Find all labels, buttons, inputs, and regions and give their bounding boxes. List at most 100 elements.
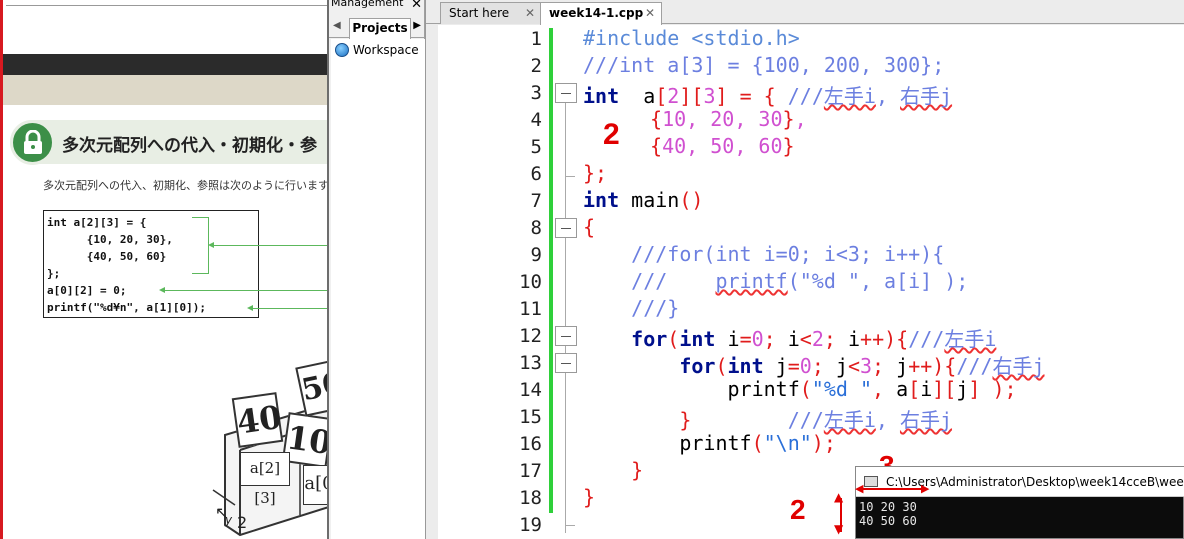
book-code-line: printf("%d¥n", a[1][0]);: [47, 301, 206, 314]
console-title-bar[interactable]: C:\Users\Administrator\Desktop\week14cce…: [856, 467, 1184, 497]
code-area[interactable]: 1 2 3 4 5 6 7 8 9 10 11 12 13 14 15 16 1…: [438, 25, 1184, 539]
code-line[interactable]: };: [583, 161, 607, 185]
code-line[interactable]: #include <stdio.h>: [583, 26, 800, 50]
code-line[interactable]: {: [583, 215, 595, 239]
tab-label: Start here: [449, 6, 510, 20]
fold-toggle-icon[interactable]: [555, 326, 577, 346]
line-number: 18: [519, 487, 542, 509]
code-token: ///: [583, 269, 716, 293]
code-token: ,: [875, 84, 901, 108]
project-tree: Workspace: [331, 39, 425, 539]
workspace-item[interactable]: Workspace: [335, 43, 419, 57]
line-number: 2: [530, 55, 542, 77]
code-token: (: [667, 327, 680, 351]
scroll-left-icon[interactable]: ◀: [333, 20, 341, 31]
init-bracket: [192, 217, 209, 274]
code-token: i: [920, 377, 933, 401]
fold-toggle-icon[interactable]: [555, 353, 577, 373]
code-line[interactable]: ///for(int i=0; i<3; i++){: [583, 242, 944, 266]
tab-start-here[interactable]: Start here ✕: [440, 2, 542, 24]
tab-week14-1-cpp[interactable]: week14-1.cpp ✕: [540, 2, 662, 25]
line-number: 5: [530, 136, 542, 158]
book-dark-band: [3, 54, 327, 75]
code-line[interactable]: /// printf("%d ", a[i] );: [583, 269, 968, 293]
code-line[interactable]: for(int j=0; j<3; j++){///右手j: [583, 350, 1044, 379]
book-code-line: int a[2][3] = {: [47, 216, 147, 229]
code-token: {: [650, 134, 663, 158]
cols-arrow: [861, 488, 927, 490]
arrow-down-icon: ▼: [834, 522, 844, 536]
code-token: );: [992, 377, 1017, 401]
console-window[interactable]: C:\Users\Administrator\Desktop\week14cce…: [855, 466, 1184, 539]
code-token: ///int a[3] = {100, 200, 300};: [583, 53, 945, 77]
code-token: }: [782, 134, 795, 158]
code-line[interactable]: for(int i=0; i<2; i++){///左手i: [583, 323, 996, 352]
code-token: ///: [908, 327, 945, 351]
code-token: ][: [679, 84, 704, 108]
tab-projects[interactable]: Projects: [349, 18, 411, 39]
code-line[interactable]: printf("%d ", a[i][j] );: [583, 377, 1017, 401]
code-editor: Start here ✕ week14-1.cpp ✕ 1 2 3 4 5 6 …: [425, 0, 1184, 539]
scroll-right-icon[interactable]: ▶: [413, 20, 421, 31]
management-tabs: ◀ Projects ▶: [329, 17, 425, 39]
close-icon[interactable]: ✕: [645, 3, 655, 23]
line-number: 12: [519, 325, 542, 347]
array-box-label: a[0: [303, 465, 327, 505]
code-token: 左手i: [823, 408, 876, 432]
code-token: ///for(int i=0; i<3; i++){: [583, 242, 945, 266]
close-icon[interactable]: ✕: [525, 3, 535, 23]
code-line[interactable]: printf("\n");: [583, 431, 836, 455]
code-line[interactable]: } ///左手i, 右手j: [583, 404, 952, 433]
close-icon[interactable]: ✕: [411, 0, 422, 12]
code-token: ;: [872, 354, 885, 378]
code-line[interactable]: {10, 20, 30},: [638, 107, 807, 131]
code-token: 10, 20, 30: [662, 107, 783, 131]
code-token: int: [679, 327, 716, 351]
fold-toggle-icon[interactable]: [555, 218, 577, 238]
management-panel: Management ✕ ◀ Projects ▶ Workspace: [327, 0, 425, 539]
code-line[interactable]: ///int a[3] = {100, 200, 300};: [583, 53, 944, 77]
console-output: 10 20 30 40 50 60: [859, 500, 917, 528]
code-line[interactable]: {40, 50, 60}: [638, 134, 795, 158]
code-token: i: [715, 327, 740, 351]
array-illustration: 40 10 50 a[2][3] a[0 ↖ y 2: [195, 355, 327, 539]
code-token: [: [908, 377, 921, 401]
value-card: 40: [231, 392, 284, 448]
code-token: 0: [751, 327, 764, 351]
line-number: 4: [530, 109, 542, 131]
section-description: 多次元配列への代入、初期化、参照は次のように行います: [43, 179, 327, 192]
section-heading: 多次元配列への代入・初期化・参: [62, 136, 317, 156]
code-token: ///: [787, 408, 824, 432]
code-token: main: [619, 188, 680, 212]
console-output-line: 10 20 30: [859, 500, 917, 514]
code-token: printf: [583, 431, 752, 455]
code-token: ;: [823, 327, 836, 351]
code-token: ;: [763, 327, 776, 351]
code-token: ,: [875, 408, 900, 432]
line-number: 16: [519, 433, 542, 455]
code-token: };: [583, 161, 608, 185]
console-title: C:\Users\Administrator\Desktop\week14cce…: [886, 475, 1184, 489]
code-line[interactable]: int main(): [583, 188, 703, 212]
line-number: 14: [519, 379, 542, 401]
code-line[interactable]: }: [583, 458, 643, 482]
code-token: }: [583, 485, 596, 509]
code-token: 40, 50, 60: [662, 134, 783, 158]
code-token: (): [679, 188, 704, 212]
code-token: ("%d ", a[i] );: [787, 269, 969, 293]
code-line[interactable]: [583, 512, 595, 536]
management-title: Management: [331, 0, 404, 9]
rows-annotation-console: 2: [790, 494, 806, 525]
code-line[interactable]: }: [583, 485, 595, 509]
axis-number: 2: [237, 513, 248, 532]
code-line[interactable]: ///}: [583, 296, 679, 320]
code-token: }: [631, 458, 644, 482]
code-line[interactable]: int a[2][3] = { ///左手i, 右手j: [583, 80, 952, 109]
workspace-label: Workspace: [353, 43, 419, 57]
code-token: }: [782, 107, 795, 131]
fold-toggle-icon[interactable]: [555, 83, 577, 103]
code-token: 右手j: [899, 408, 953, 432]
